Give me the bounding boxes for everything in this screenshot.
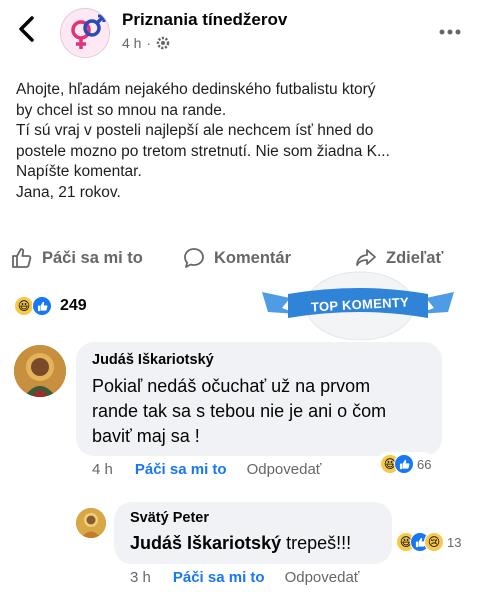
like-reaction-icon <box>394 454 414 474</box>
comment-line: Pokiaľ nedáš očuchať už na prvom <box>92 376 371 396</box>
page-avatar[interactable] <box>60 8 110 58</box>
reaction-summary[interactable]: 😆 249 <box>14 296 87 316</box>
comment-meta: 4 h Páči sa mi to Odpovedať <box>92 461 321 478</box>
commenter-avatar[interactable] <box>14 345 66 397</box>
comment-reactions[interactable]: 😆 66 <box>376 452 436 476</box>
reply-time[interactable]: 3 h <box>130 569 151 586</box>
page-name[interactable]: Priznania tínedžerov <box>122 10 287 30</box>
comment-time[interactable]: 4 h <box>92 461 113 478</box>
post-line: by chcel ist so mnou na rande. <box>16 101 227 119</box>
post-line: Tí sú vraj v posteli najlepší ale nechce… <box>16 122 374 139</box>
back-button[interactable] <box>14 14 44 44</box>
post-line: Jana, 21 rokov. <box>16 183 121 201</box>
comment-icon <box>184 248 204 268</box>
reaction-count: 249 <box>60 297 87 314</box>
reply-like-button[interactable]: Páči sa mi to <box>173 569 265 586</box>
like-button[interactable]: Páči sa mi to <box>10 240 143 276</box>
comment-reply-button[interactable]: Odpovedať <box>247 461 322 478</box>
icon-portrait-avatar <box>14 345 66 397</box>
chevron-left-icon <box>19 16 34 42</box>
comment-reaction-count: 66 <box>417 456 432 472</box>
like-reaction-icon <box>32 296 52 316</box>
post-header: Priznania tínedžerov 4 h · <box>0 0 480 64</box>
reply-reaction-count: 13 <box>447 534 462 550</box>
thumbs-up-icon <box>12 248 32 268</box>
comment-line: baviť maj sa ! <box>92 426 200 446</box>
top-comments-badge: TOP KOMENTY <box>258 268 458 341</box>
comment-label: Komentár <box>214 248 292 267</box>
reply-text: Judáš Iškariotský trepeš!!! <box>130 531 390 556</box>
more-horizontal-icon <box>439 29 461 35</box>
gear-icon <box>156 36 170 50</box>
mentioned-user[interactable]: Judáš Iškariotský <box>130 533 281 553</box>
reply-reply-button[interactable]: Odpovedať <box>285 569 360 586</box>
sad-reaction-icon: 😢 <box>424 532 444 552</box>
icon-portrait-avatar <box>76 508 106 538</box>
dot-separator: · <box>146 35 152 51</box>
comment-line: rande tak sa s tebou nie je ani o čom <box>92 401 387 421</box>
post-meta: 4 h · <box>122 35 170 51</box>
reply-text-rest: trepeš!!! <box>281 533 352 553</box>
reply-reactions[interactable]: 😆 😢 13 <box>392 530 466 554</box>
post-line: postele mozno po tretom stretnutí. Nie s… <box>16 142 390 160</box>
like-label: Páči sa mi to <box>42 248 143 267</box>
comment-text: Pokiaľ nedáš očuchať už na prvom rande t… <box>92 374 436 449</box>
comment-author[interactable]: Judáš Iškariotský <box>92 352 214 368</box>
more-options-button[interactable] <box>438 22 462 36</box>
gender-symbols-logo <box>62 10 109 57</box>
post-body: Ahojte, hľadám nejakého dedinského futba… <box>16 80 468 203</box>
post-time[interactable]: 4 h <box>122 35 141 51</box>
share-icon <box>356 249 376 266</box>
haha-reaction-icon: 😆 <box>14 296 34 316</box>
reply-meta: 3 h Páči sa mi to Odpovedať <box>130 569 359 586</box>
reply-avatar[interactable] <box>76 508 106 538</box>
reply-author[interactable]: Svätý Peter <box>130 510 209 526</box>
share-label: Zdieľať <box>386 248 444 267</box>
comment-like-button[interactable]: Páči sa mi to <box>135 461 227 478</box>
post-line: Napíšte komentar. <box>16 163 142 180</box>
post-line: Ahojte, hľadám nejakého dedinského futba… <box>16 81 376 98</box>
